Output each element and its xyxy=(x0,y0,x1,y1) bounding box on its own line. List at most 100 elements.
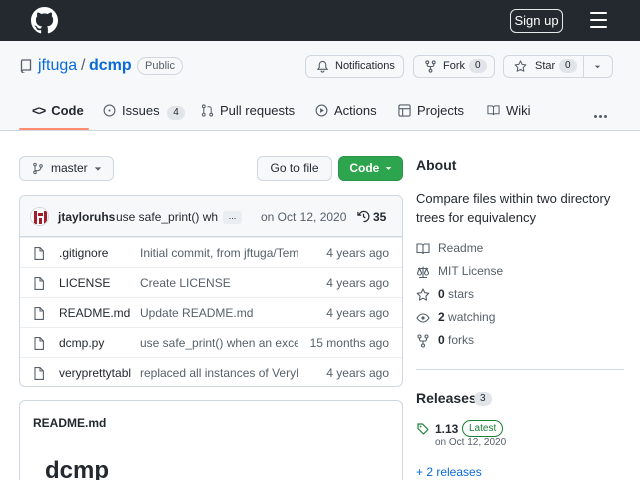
file-icon xyxy=(34,247,44,260)
tab-pull-requests-label: Pull requests xyxy=(220,103,296,118)
readme-link-label: Readme xyxy=(438,241,484,255)
tab-projects[interactable]: Projects xyxy=(398,103,464,119)
tab-actions[interactable]: Actions xyxy=(315,103,377,119)
tab-code[interactable]: <> Code xyxy=(32,103,84,119)
file-name[interactable]: dcmp.py xyxy=(59,336,131,350)
file-icon xyxy=(34,307,44,320)
file-date: 4 years ago xyxy=(326,306,389,320)
forks-link[interactable]: 0 forks xyxy=(416,332,474,348)
chevron-down-icon xyxy=(94,167,102,171)
visibility-badge: Public xyxy=(137,57,183,75)
commit-expand-button[interactable]: ... xyxy=(223,211,242,224)
chevron-down-icon xyxy=(385,167,391,170)
more-releases-link[interactable]: + 2 releases xyxy=(416,465,482,479)
stars-link[interactable]: 0 stars xyxy=(416,286,474,302)
code-dropdown-button[interactable]: Code xyxy=(338,156,403,181)
commit-count[interactable]: 35 xyxy=(373,210,386,224)
watching-count: 2 xyxy=(438,310,445,324)
active-tab-indicator xyxy=(19,128,89,130)
branch-name: master xyxy=(51,161,88,175)
tag-icon xyxy=(417,423,429,435)
pull-request-icon xyxy=(201,104,214,117)
file-commit-message[interactable]: Initial commit, from jftuga/Template xyxy=(140,246,298,260)
latest-commit-bar: jtayloruhs use safe_print() when an exce… xyxy=(20,196,402,237)
file-icon xyxy=(34,277,44,290)
sign-up-button[interactable]: Sign up xyxy=(510,9,563,33)
book-icon xyxy=(416,243,430,254)
stars-label: stars xyxy=(448,287,475,301)
file-row[interactable]: README.md Update README.md 4 years ago xyxy=(20,297,402,327)
repo-path-separator: / xyxy=(81,57,86,74)
repo-icon xyxy=(20,59,32,73)
license-link[interactable]: MIT License xyxy=(416,263,503,279)
git-branch-icon xyxy=(33,162,43,175)
table-icon xyxy=(398,104,411,117)
file-commit-message[interactable]: use safe_print() when an exception occur… xyxy=(140,336,298,350)
file-name[interactable]: .gitignore xyxy=(59,246,131,260)
avatar[interactable] xyxy=(30,207,49,226)
latest-release-version[interactable]: 1.13 xyxy=(435,422,458,436)
latest-release-date: on Oct 12, 2020 xyxy=(435,437,507,448)
fork-icon xyxy=(425,60,436,73)
star-button[interactable]: Star 0 xyxy=(503,55,613,78)
tab-code-label: Code xyxy=(51,103,84,118)
file-name[interactable]: LICENSE xyxy=(59,276,131,290)
file-date: 4 years ago xyxy=(326,366,389,380)
notifications-button[interactable]: Notifications xyxy=(305,55,404,78)
history-icon[interactable] xyxy=(357,210,370,223)
branch-selector[interactable]: master xyxy=(19,156,114,181)
file-row[interactable]: .gitignore Initial commit, from jftuga/T… xyxy=(20,237,402,267)
commit-author[interactable]: jtayloruhs xyxy=(58,210,115,224)
watching-link[interactable]: 2 watching xyxy=(416,309,495,325)
file-icon xyxy=(34,337,44,350)
chevron-down-icon[interactable] xyxy=(593,62,602,71)
tab-issues[interactable]: Issues 4 xyxy=(103,103,185,120)
file-date: 15 months ago xyxy=(309,336,389,350)
file-date: 4 years ago xyxy=(326,246,389,260)
more-tabs-icon[interactable] xyxy=(594,106,610,118)
commit-message[interactable]: use safe_print() when an exception occur… xyxy=(116,210,218,224)
tab-wiki[interactable]: Wiki xyxy=(487,103,531,119)
tab-projects-label: Projects xyxy=(417,103,464,118)
license-link-label: MIT License xyxy=(438,264,504,278)
readme-link[interactable]: Readme xyxy=(416,240,483,256)
star-label: Star xyxy=(535,60,556,72)
code-button-label: Code xyxy=(349,161,380,175)
repo-name-link[interactable]: dcmp xyxy=(89,57,132,75)
watching-label: watching xyxy=(448,310,496,324)
about-heading: About xyxy=(416,157,457,173)
latest-badge: Latest xyxy=(462,420,504,437)
notifications-label: Notifications xyxy=(335,60,395,72)
go-to-file-button[interactable]: Go to file xyxy=(257,156,332,181)
readme-heading: dcmp xyxy=(45,457,110,480)
file-name[interactable]: README.md xyxy=(59,306,131,320)
file-row[interactable]: LICENSE Create LICENSE 4 years ago xyxy=(20,267,402,297)
releases-heading[interactable]: Releases xyxy=(416,390,477,406)
github-logo-icon[interactable] xyxy=(31,7,58,34)
readme-title[interactable]: README.md xyxy=(33,416,106,430)
hamburger-menu-icon[interactable] xyxy=(590,12,607,28)
fork-label: Fork xyxy=(443,60,465,72)
readme-panel: README.md dcmp xyxy=(19,400,403,480)
file-date: 4 years ago xyxy=(326,276,389,290)
forks-label: forks xyxy=(448,333,475,347)
file-row[interactable]: dcmp.py use safe_print() when an excepti… xyxy=(20,327,402,357)
repo-owner-link[interactable]: jftuga xyxy=(38,57,77,75)
file-commit-message[interactable]: replaced all instances of VeryPrettyTabl… xyxy=(140,366,298,380)
eye-icon xyxy=(416,313,430,323)
identicon-icon xyxy=(31,208,48,225)
stars-count: 0 xyxy=(438,287,445,301)
file-commit-message[interactable]: Create LICENSE xyxy=(140,276,298,290)
tab-issues-label: Issues xyxy=(122,103,160,118)
play-icon xyxy=(315,104,328,117)
file-row[interactable]: veryprettytable.py replaced all instance… xyxy=(20,357,402,386)
tab-actions-label: Actions xyxy=(334,103,377,118)
file-browser: jtayloruhs use safe_print() when an exce… xyxy=(19,195,403,387)
tab-wiki-label: Wiki xyxy=(506,103,531,118)
file-name[interactable]: veryprettytable.py xyxy=(59,366,131,380)
file-commit-message[interactable]: Update README.md xyxy=(140,306,298,320)
fork-button[interactable]: Fork 0 xyxy=(413,55,495,78)
forks-count: 0 xyxy=(438,333,445,347)
tab-pull-requests[interactable]: Pull requests xyxy=(201,103,295,119)
about-description: Compare files within two directory trees… xyxy=(416,191,611,225)
